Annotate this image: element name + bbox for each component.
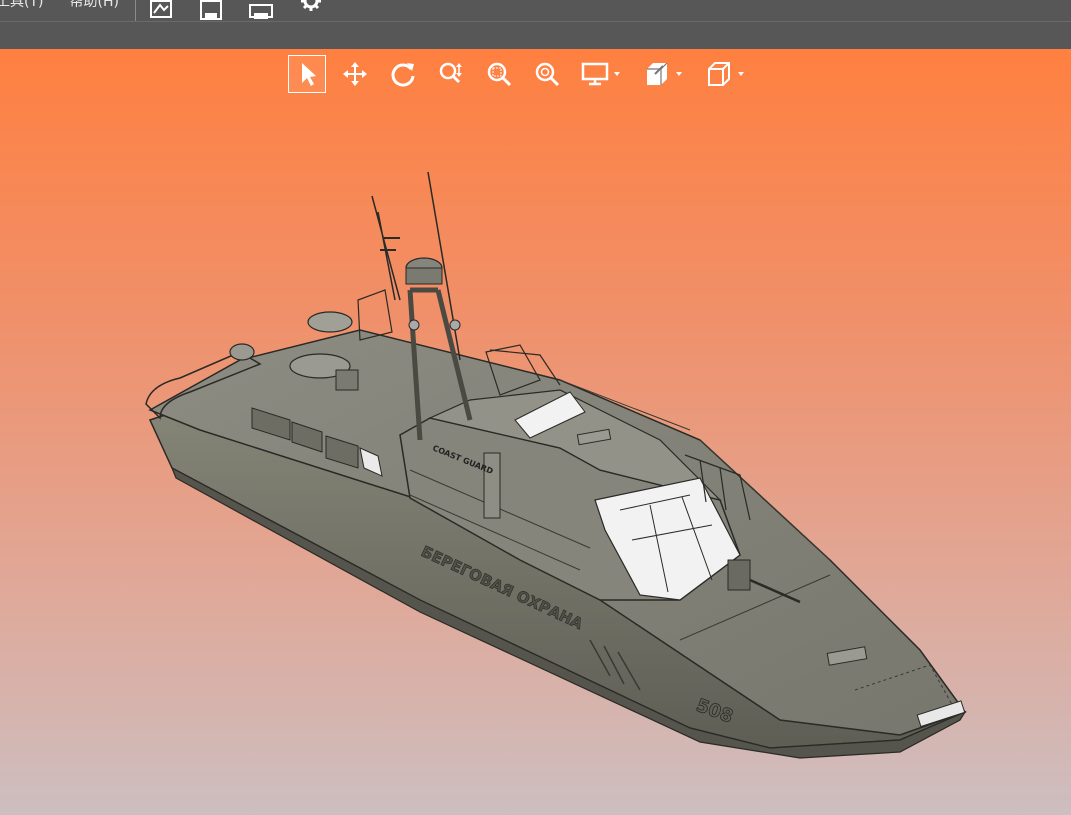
save-icon[interactable] — [198, 0, 224, 21]
image-icon[interactable] — [148, 0, 174, 21]
menu-separator — [134, 0, 136, 21]
boat-model[interactable]: БЕРЕГОВАЯ ОХРАНА 508 COAST GUARD — [0, 49, 1071, 815]
menu-tools[interactable]: 工具(T) — [0, 0, 43, 21]
menu-bar: 工具(T) 帮助(H) — [0, 0, 1071, 22]
menu-help[interactable]: 帮助(H) — [69, 0, 118, 21]
print-icon[interactable] — [248, 0, 274, 21]
3d-viewport[interactable]: БЕРЕГОВАЯ ОХРАНА 508 COAST GUARD — [0, 49, 1071, 815]
secondary-toolbar-band — [0, 22, 1071, 49]
settings-icon[interactable] — [298, 0, 324, 21]
